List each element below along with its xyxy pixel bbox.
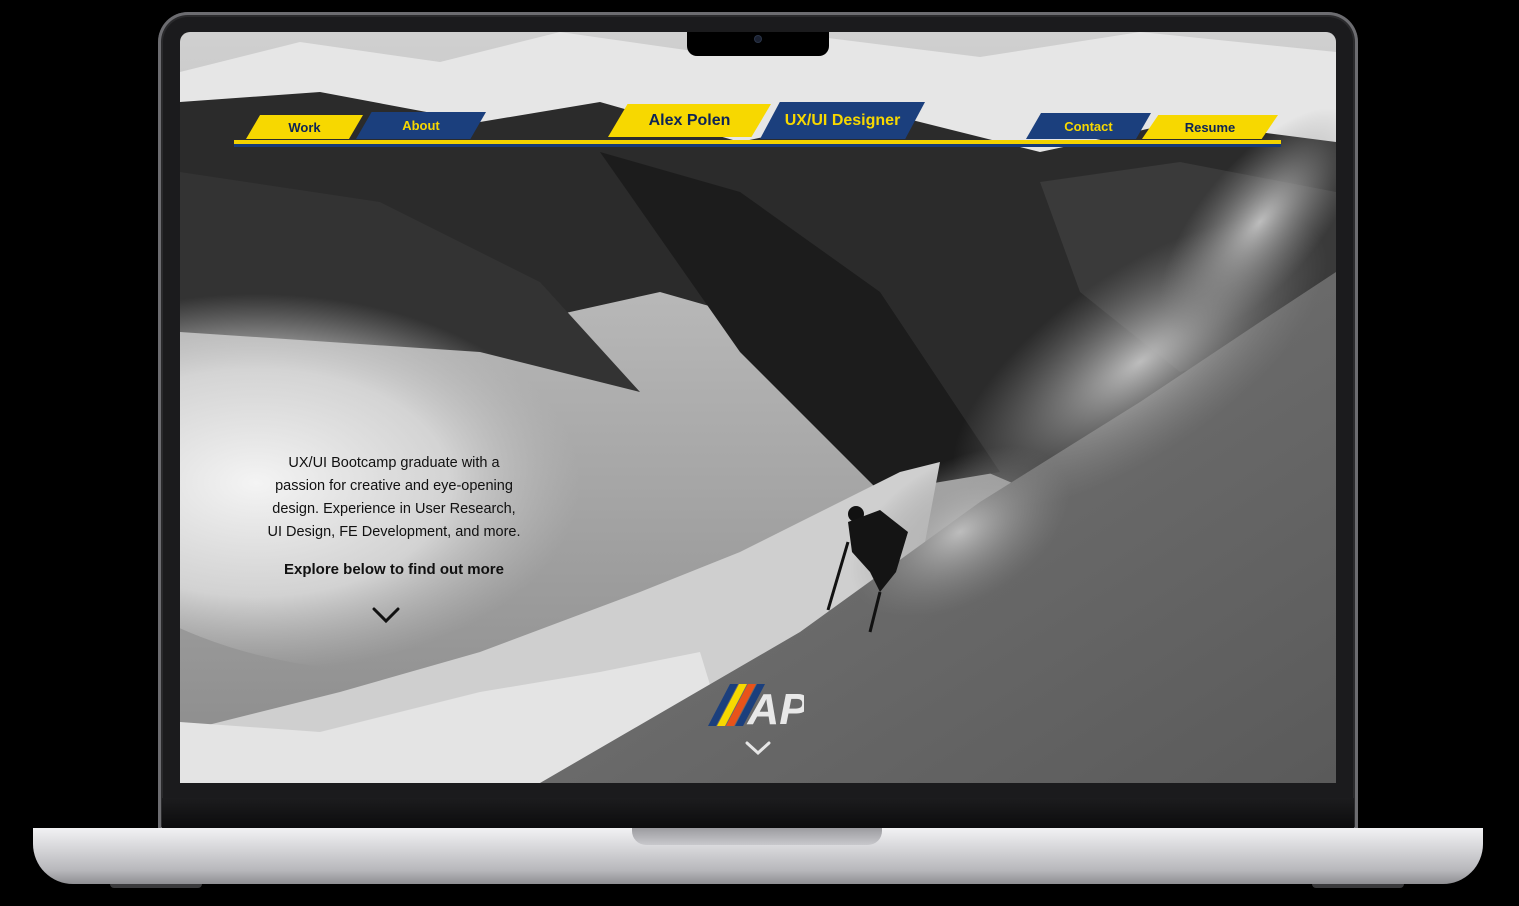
- brand-role-tab[interactable]: UX/UI Designer: [760, 102, 925, 139]
- brand-name-tab[interactable]: Alex Polen: [608, 104, 771, 137]
- nav-item-label: Resume: [1184, 119, 1236, 135]
- hero-line: UI Design, FE Development, and more.: [267, 524, 521, 540]
- website-screen: Work About UX/UI Designer Alex Polen Con…: [180, 32, 1336, 783]
- hero-line: UX/UI Bootcamp graduate with a: [288, 455, 500, 471]
- nav-item-resume[interactable]: Resume: [1142, 115, 1278, 139]
- hero-intro: UX/UI Bootcamp graduate with a passion f…: [244, 452, 544, 578]
- brand-name: Alex Polen: [648, 111, 731, 129]
- chevron-down-icon[interactable]: [745, 740, 771, 756]
- nav-item-label: Contact: [1064, 118, 1113, 134]
- nav-item-contact[interactable]: Contact: [1026, 113, 1151, 139]
- ap-logo-icon[interactable]: AP: [708, 684, 804, 728]
- hero-cta[interactable]: Explore below to find out more: [244, 561, 544, 578]
- hero-line: design. Experience in User Research,: [272, 501, 516, 517]
- logo-text: AP: [746, 685, 804, 728]
- laptop-foot-right: [1312, 884, 1404, 888]
- laptop-chin: [162, 798, 1354, 828]
- hero-description: UX/UI Bootcamp graduate with a passion f…: [244, 452, 544, 544]
- nav-item-about[interactable]: About: [356, 112, 486, 139]
- brand-role: UX/UI Designer: [784, 111, 901, 129]
- laptop-base-notch: [632, 828, 882, 845]
- chevron-down-icon[interactable]: [372, 606, 400, 624]
- nav-underline-blue: [234, 144, 1281, 147]
- camera-lens: [755, 36, 761, 42]
- hero-line: passion for creative and eye-opening: [275, 478, 513, 494]
- nav-item-label: Work: [288, 119, 321, 135]
- nav-item-label: About: [402, 118, 440, 133]
- laptop-foot-left: [110, 884, 202, 888]
- nav-item-work[interactable]: Work: [246, 115, 363, 139]
